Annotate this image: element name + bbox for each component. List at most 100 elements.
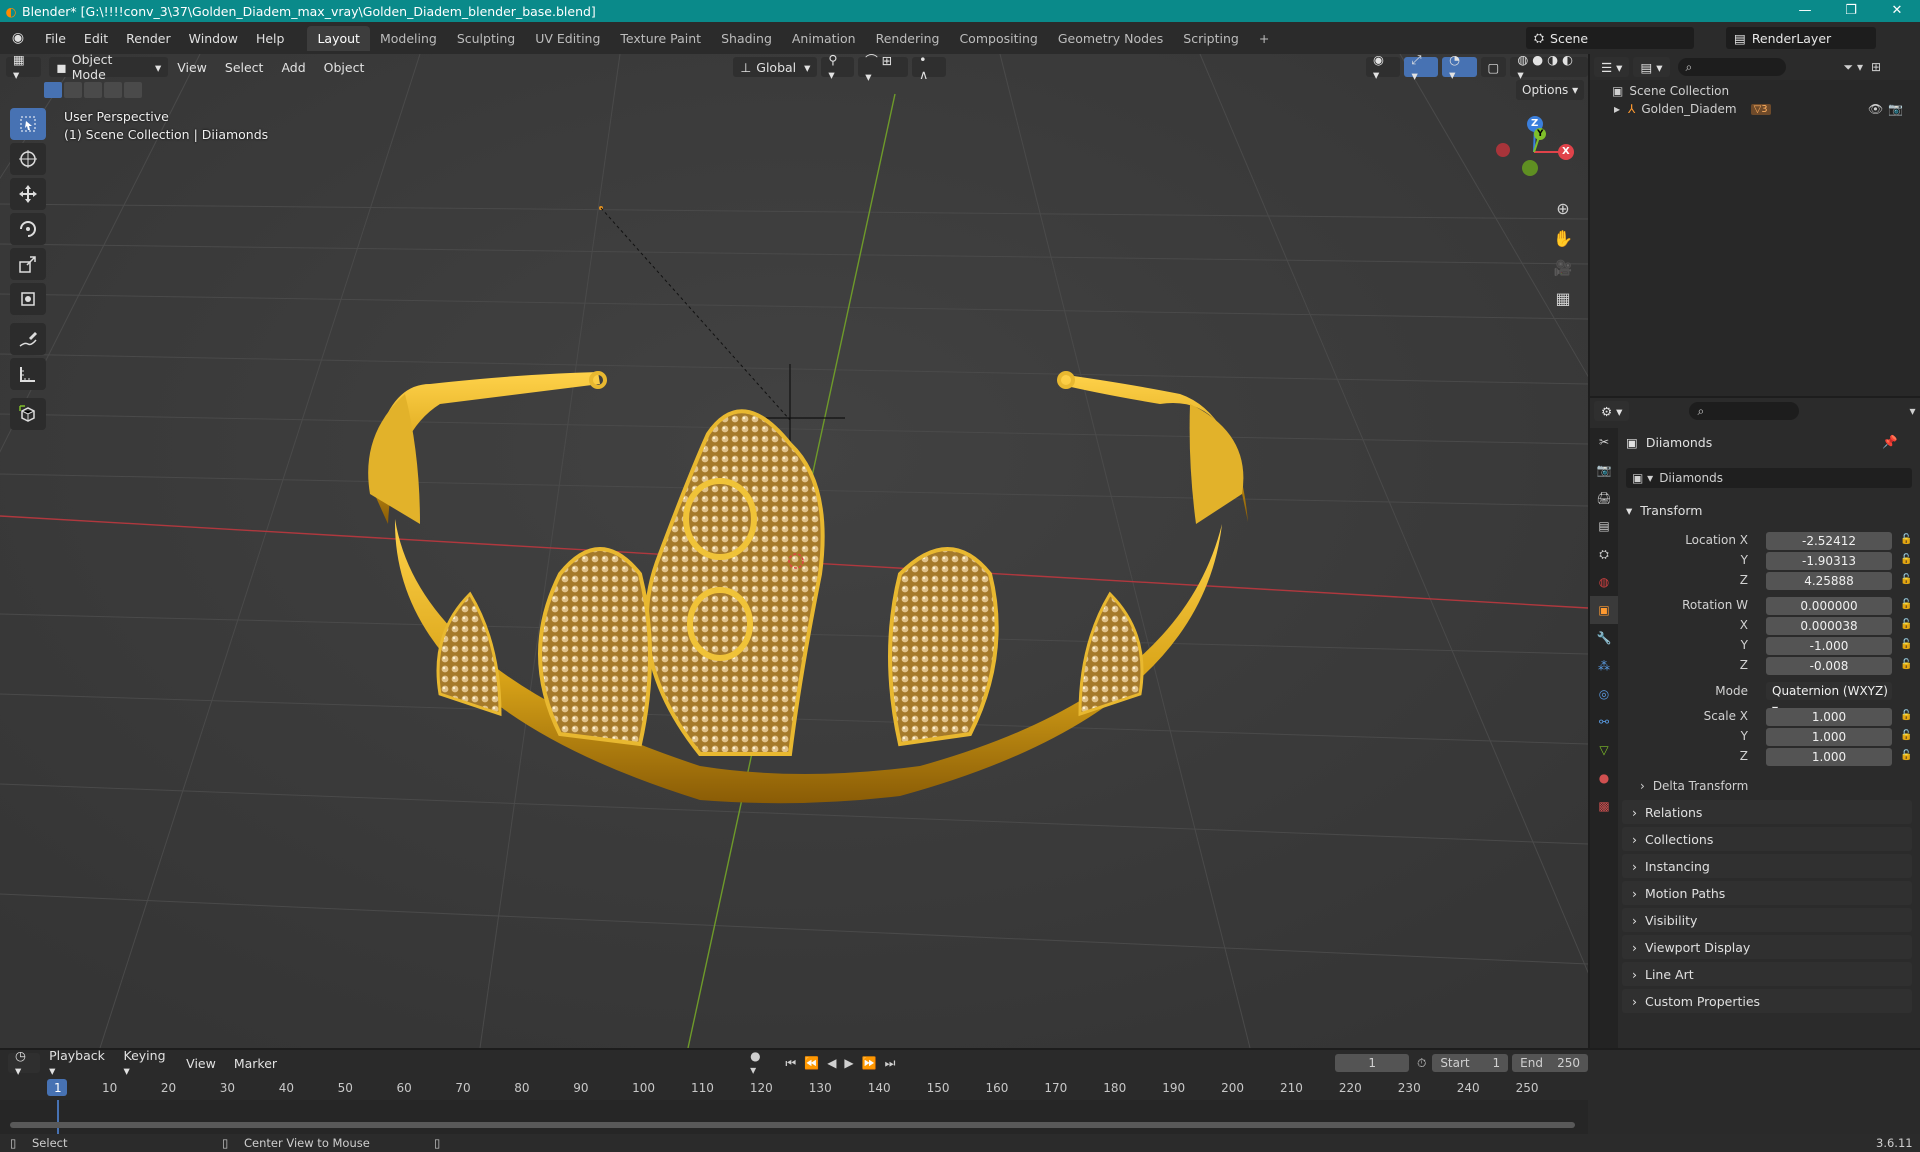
- start-frame-field[interactable]: Start 1: [1432, 1054, 1509, 1072]
- lock-icon[interactable]: 🔓: [1900, 730, 1912, 741]
- output-tab[interactable]: 🖨: [1590, 484, 1618, 512]
- particles-tab[interactable]: ⁂: [1590, 652, 1618, 680]
- tab-animation[interactable]: Animation: [782, 26, 866, 51]
- physics-tab[interactable]: ◎: [1590, 680, 1618, 708]
- select-extend-icon[interactable]: [64, 82, 82, 98]
- scale-z-field[interactable]: 1.000: [1766, 748, 1892, 766]
- select-box-tool[interactable]: [10, 108, 46, 140]
- custom-properties-panel[interactable]: › Custom Properties: [1622, 989, 1912, 1013]
- visibility-eye-icon[interactable]: 👁: [1868, 102, 1883, 116]
- lock-icon[interactable]: 🔓: [1900, 750, 1912, 761]
- rotation-z-field[interactable]: -0.008: [1766, 657, 1892, 675]
- select-intersect-icon[interactable]: [124, 82, 142, 98]
- tab-uv-editing[interactable]: UV Editing: [525, 26, 610, 51]
- select-mode-icons[interactable]: [44, 82, 142, 98]
- camera-view-button[interactable]: 🎥: [1548, 254, 1578, 282]
- outliner-root[interactable]: ▣ Scene Collection: [1612, 84, 1729, 98]
- rotation-w-field[interactable]: 0.000000: [1766, 597, 1892, 615]
- tab-layout[interactable]: Layout: [307, 25, 370, 51]
- render-camera-icon[interactable]: 📷: [1888, 102, 1903, 116]
- mode-dropdown[interactable]: ◼ Object Mode ▾: [49, 54, 169, 82]
- viewport-display-panel[interactable]: › Viewport Display: [1622, 935, 1912, 959]
- menu-object[interactable]: Object: [315, 60, 374, 75]
- tab-scripting[interactable]: Scripting: [1173, 26, 1249, 51]
- scale-y-field[interactable]: 1.000: [1766, 728, 1892, 746]
- transform-tool[interactable]: [10, 283, 46, 315]
- orientation-dropdown[interactable]: ⊥ Global ▾: [733, 57, 818, 77]
- scene-selector[interactable]: ⛭ Scene: [1526, 27, 1694, 49]
- lock-icon[interactable]: 🔓: [1900, 639, 1912, 650]
- rotation-x-field[interactable]: 0.000038: [1766, 617, 1892, 635]
- new-collection-icon[interactable]: ⊞: [1871, 60, 1881, 74]
- gizmo-toggle[interactable]: ⤢ ▾: [1404, 54, 1439, 83]
- move-tool[interactable]: [10, 178, 46, 210]
- view-layer-selector[interactable]: ▤ RenderLayer: [1726, 27, 1876, 49]
- lock-icon[interactable]: 🔓: [1900, 534, 1912, 545]
- render-tab[interactable]: 📷: [1590, 456, 1618, 484]
- scale-tool[interactable]: [10, 248, 46, 280]
- modifier-tab[interactable]: 🔧: [1590, 624, 1618, 652]
- lock-icon[interactable]: 🔓: [1900, 659, 1912, 670]
- lock-icon[interactable]: 🔓: [1900, 554, 1912, 565]
- timeline-ruler[interactable]: 1 10 20 30 40 50 60 70 80 90 100 110 120 130 140 150 160…: [0, 1076, 1588, 1100]
- menu-timeline-view[interactable]: View: [177, 1056, 225, 1071]
- location-y-field[interactable]: -1.90313: [1766, 552, 1892, 570]
- outliner-editor-type[interactable]: ☰ ▾: [1594, 57, 1630, 77]
- shading-modes[interactable]: ◍ ● ◑ ◐ ▾: [1510, 54, 1588, 82]
- menu-select[interactable]: Select: [216, 60, 273, 75]
- stopwatch-icon[interactable]: ⏱: [1417, 1056, 1426, 1071]
- rotation-y-field[interactable]: -1.000: [1766, 637, 1892, 655]
- minimize-button[interactable]: —: [1782, 0, 1828, 22]
- rotation-mode-dropdown[interactable]: Quaternion (WXYZ) ▾: [1766, 682, 1892, 716]
- filter-icon[interactable]: ⏷ ▾: [1844, 60, 1863, 75]
- timeline-track[interactable]: [0, 1100, 1588, 1134]
- line-art-panel[interactable]: › Line Art: [1622, 962, 1912, 986]
- options-dropdown[interactable]: Options ▾: [1516, 80, 1585, 100]
- gizmo-z-label[interactable]: Z: [1531, 118, 1538, 129]
- menu-keying[interactable]: Keying ▾: [115, 1048, 178, 1078]
- tab-modeling[interactable]: Modeling: [370, 26, 447, 51]
- select-subtract-icon[interactable]: [84, 82, 102, 98]
- maximize-button[interactable]: ❐: [1828, 0, 1874, 22]
- prev-keyframe-icon[interactable]: ⏪: [804, 1056, 819, 1071]
- tab-texture-paint[interactable]: Texture Paint: [610, 26, 711, 51]
- timeline-scrollbar[interactable]: [10, 1122, 1575, 1128]
- lock-icon[interactable]: 🔓: [1900, 619, 1912, 630]
- menu-file[interactable]: File: [36, 31, 75, 46]
- scale-x-field[interactable]: 1.000: [1766, 708, 1892, 726]
- zoom-button[interactable]: ⊕: [1548, 194, 1578, 222]
- select-new-icon[interactable]: [44, 82, 62, 98]
- menu-marker[interactable]: Marker: [225, 1056, 286, 1071]
- menu-help[interactable]: Help: [247, 31, 294, 46]
- add-cube-tool[interactable]: [10, 398, 46, 430]
- snap-toggle[interactable]: ⌒ ⊞ ▾: [858, 54, 909, 84]
- menu-view[interactable]: View: [168, 60, 216, 75]
- timeline-editor-type[interactable]: ◷ ▾: [8, 1048, 41, 1078]
- editor-type-button[interactable]: ▦ ▾: [6, 54, 42, 82]
- visibility-panel[interactable]: › Visibility: [1622, 908, 1912, 932]
- menu-playback[interactable]: Playback ▾: [40, 1048, 114, 1078]
- delta-transform-subpanel[interactable]: › Delta Transform: [1640, 776, 1748, 796]
- tab-geometry-nodes[interactable]: Geometry Nodes: [1048, 26, 1173, 51]
- annotate-tool[interactable]: [10, 323, 46, 355]
- relations-panel[interactable]: › Relations: [1622, 800, 1912, 824]
- menu-add[interactable]: Add: [272, 60, 314, 75]
- lock-icon[interactable]: 🔓: [1900, 599, 1912, 610]
- blender-menu-icon[interactable]: ◉: [0, 30, 36, 46]
- view-layer-tab[interactable]: ▤: [1590, 512, 1618, 540]
- lock-icon[interactable]: 🔓: [1900, 710, 1912, 721]
- constraints-tab[interactable]: ⚯: [1590, 708, 1618, 736]
- tab-compositing[interactable]: Compositing: [949, 26, 1047, 51]
- world-tab[interactable]: ◍: [1590, 568, 1618, 596]
- play-icon[interactable]: ▶: [844, 1056, 853, 1071]
- proportional-edit-toggle[interactable]: • ∧: [912, 54, 946, 82]
- lock-icon[interactable]: 🔓: [1900, 574, 1912, 585]
- data-tab[interactable]: ▽: [1590, 736, 1618, 764]
- texture-tab[interactable]: ▩: [1590, 792, 1618, 820]
- tab-rendering[interactable]: Rendering: [866, 26, 950, 51]
- jump-end-icon[interactable]: ⏭: [885, 1056, 896, 1071]
- menu-render[interactable]: Render: [117, 31, 180, 46]
- location-x-field[interactable]: -2.52412: [1766, 532, 1892, 550]
- outliner-search[interactable]: ⌕: [1677, 58, 1786, 76]
- cursor-tool[interactable]: [10, 143, 46, 175]
